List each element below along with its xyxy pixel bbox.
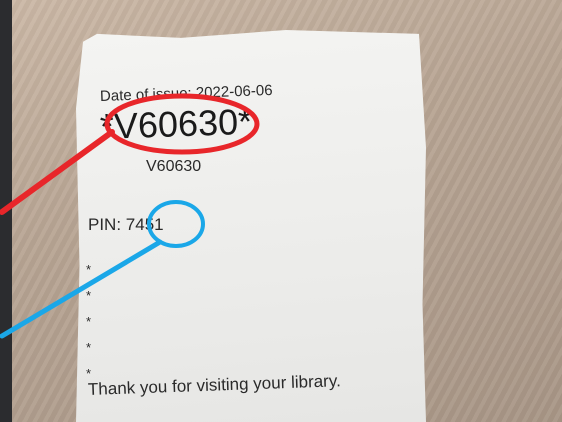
red-highlight-ellipse — [104, 93, 260, 155]
blue-highlight-circle — [147, 200, 205, 248]
blue-pointer-line — [0, 239, 163, 339]
red-pointer-line — [0, 129, 115, 215]
annotation-overlay — [0, 93, 260, 339]
